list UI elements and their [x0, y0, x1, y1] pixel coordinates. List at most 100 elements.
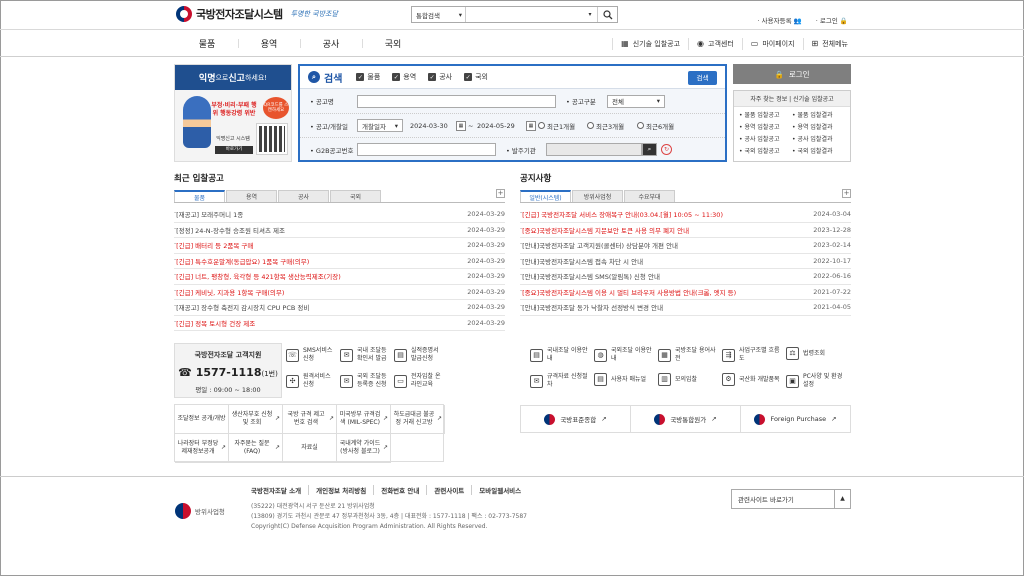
list-item[interactable]: · [긴급] 국방전자조달 서비스 장애복구 안내(03.04.[월] 10:0… — [520, 207, 851, 223]
nav-allmenu[interactable]: ⊞ 전체메뉴 — [802, 37, 856, 50]
service-link[interactable]: ⚙ 국산화 개발품목 — [722, 373, 782, 386]
service-link[interactable]: ▭ 전자입찰 온라인교육 — [394, 373, 444, 389]
radio-6month[interactable]: 최근6개월 — [637, 121, 674, 131]
list-item[interactable]: · [안내]국방전자조달시스템 접속 차단 시 안내 2022-10-17 — [520, 254, 851, 269]
list-item[interactable]: · [긴급] 너트, 팽창형, 육각형 등 421항목 생산능력제조(기장) 20… — [174, 269, 505, 285]
search-scope-select[interactable]: 통합검색 ▾ — [412, 7, 466, 22]
recent-more-plus-icon[interactable]: + — [496, 189, 505, 198]
notice-type-select[interactable]: 전체 ▾ — [607, 94, 665, 108]
org-input[interactable] — [546, 143, 642, 156]
link-cell[interactable]: 국내계약 가이드 (방사청 블로그) ↗ — [337, 434, 391, 463]
list-item[interactable]: · [재공고] 모래주머니 1종 2024-03-29 — [174, 207, 505, 223]
promo-go-button[interactable]: 바로가기 — [215, 146, 253, 154]
date-from-input[interactable]: 2024-03-30 — [406, 119, 455, 132]
tab-goods[interactable]: 물품 — [174, 190, 225, 202]
customer-phone[interactable]: ☎ 1577-1118(1번) — [175, 366, 281, 379]
service-link[interactable]: ▤ 국내조달 이용안내 — [530, 347, 590, 363]
footer-link[interactable]: 모바일웹서비스 — [471, 485, 528, 495]
category-check-foreign[interactable]: ✓ 국외 — [464, 72, 488, 82]
tab-dapa[interactable]: 방위사업청 — [572, 190, 623, 202]
quick-link[interactable]: • 국외 입찰결과 — [792, 146, 845, 157]
tab-demand-unit[interactable]: 수요부대 — [624, 190, 675, 202]
tab-service[interactable]: 용역 — [226, 190, 277, 202]
service-link[interactable]: ⚖ 법령조회 — [786, 347, 846, 360]
list-item[interactable]: · [재공고] 장수형 축전지 감시장치 CPU PCB 정비 2024-03-2… — [174, 300, 505, 316]
link-cell[interactable]: 생산자부호 신청 및 조회 ↗ — [229, 405, 283, 434]
list-item[interactable]: · [안내]국방전자조달 고객지원(콜센터) 상담분야 개편 안내 2023-02… — [520, 238, 851, 254]
list-item[interactable]: · [중요]국방전자조달시스템 이용 시 멀티 브라우저 사용방법 안내(크롬,… — [520, 285, 851, 300]
service-link[interactable]: ⇶ 사업구조별 흐름도 — [722, 347, 782, 363]
footer-link[interactable]: 관련사이트 — [426, 485, 471, 495]
quick-link[interactable]: • 용역 입찰공고 — [739, 122, 792, 133]
category-check-goods[interactable]: ✓ 물품 — [356, 72, 380, 82]
list-item[interactable]: · [긴급] 정목 토시형 건장 제조 2024-03-29 — [174, 316, 505, 331]
tab-general-system[interactable]: 일반(시스템) — [520, 190, 571, 202]
notices-more-plus-icon[interactable]: + — [842, 189, 851, 198]
list-item[interactable]: · [긴급] 특수호운말계(동급압요) 1품목 구매(의무) 2024-03-29 — [174, 254, 505, 269]
quick-link[interactable]: • 공사 입찰결과 — [792, 134, 845, 145]
service-link[interactable]: ✉ 규격자료 신청절차 — [530, 373, 590, 389]
list-item[interactable]: · [정정] 24-N-장수형 승조원 티셔츠 제조 2024-03-29 — [174, 223, 505, 238]
footer-link[interactable]: 개인정보 처리방침 — [308, 485, 373, 495]
search-button[interactable] — [597, 7, 617, 22]
service-link[interactable]: ✉ 국내 조달등 확인서 발급 — [340, 347, 390, 363]
service-link[interactable]: ▣ PC사양 및 환경설정 — [786, 373, 846, 389]
service-link[interactable]: ◍ 국외조달 이용안내 — [594, 347, 654, 363]
list-item[interactable]: · [긴급] 케비닛, 지과용 1항목 구매(의무) 2024-03-29 — [174, 285, 505, 300]
nav-newtech[interactable]: ▦ 신기술 입찰공고 — [612, 37, 688, 50]
category-check-construction[interactable]: ✓ 공사 — [428, 72, 452, 82]
org-search-button[interactable]: ⌕ — [642, 143, 657, 156]
notice-name-input[interactable] — [357, 94, 556, 108]
g2b-input[interactable] — [357, 143, 496, 156]
banner-standard[interactable]: 국방표준종합 ↗ — [521, 406, 631, 432]
nav-support[interactable]: ◉ 고객센터 — [688, 37, 742, 50]
login-link[interactable]: · 로그인 🔒 — [816, 15, 848, 25]
date-type-select[interactable]: 개찰일자 ▾ — [357, 119, 403, 132]
quick-link[interactable]: • 물품 입찰결과 — [792, 110, 845, 121]
link-cell[interactable]: 조달정보 공개/개방 — [175, 405, 229, 434]
calendar-icon[interactable]: ▦ — [526, 121, 536, 131]
nav-item-goods[interactable]: 물품 — [176, 30, 238, 57]
quick-link[interactable]: • 국외 입찰공고 — [739, 146, 792, 157]
service-link[interactable]: ▤ 사용자 매뉴얼 — [594, 373, 654, 386]
nav-item-construction[interactable]: 공사 — [300, 30, 362, 57]
radio-1month[interactable]: 최근1개월 — [538, 121, 575, 131]
service-link[interactable]: ✣ 원격서비스 신청 — [286, 373, 336, 389]
date-to-input[interactable]: 2024-05-29 — [473, 119, 523, 132]
category-check-service[interactable]: ✓ 용역 — [392, 72, 416, 82]
tab-foreign[interactable]: 국외 — [330, 190, 381, 202]
login-button[interactable]: 🔒 로그인 — [733, 64, 851, 84]
tab-construction[interactable]: 공사 — [278, 190, 329, 202]
list-item[interactable]: · [안내]국방전자조달 동가 낙찰자 선정방식 변경 안내 2021-04-05 — [520, 300, 851, 316]
service-link[interactable]: ▦ 국방조달 용어사전 — [658, 347, 718, 363]
register-link[interactable]: · 사용자등록 👥 — [758, 15, 802, 25]
site-logo[interactable]: 국방전자조달시스템 투명한 국방조달 — [176, 6, 338, 22]
list-item[interactable]: · [중요]국방전자조달시스템 지문보안 토큰 사용 의무 폐지 안내 2023-… — [520, 223, 851, 238]
service-link[interactable]: ✉ 국외 조달등 등록증 신청 — [340, 373, 390, 389]
quick-link[interactable]: • 공사 입찰공고 — [739, 134, 792, 145]
list-item[interactable]: · [긴급] 배터리 등 2품목 구매 2024-03-29 — [174, 238, 505, 254]
banner-foreign-purchase[interactable]: Foreign Purchase ↗ — [741, 406, 850, 432]
reset-icon[interactable]: ↻ — [661, 144, 672, 155]
related-site-select[interactable]: 관련사이트 바로가기 ▲ — [731, 489, 851, 509]
service-link[interactable]: ▤ 실적증명서 발급신청 — [394, 347, 444, 363]
anonymous-report-banner[interactable]: 익명 으로 신고 하세요! 부정·비리·부패 행위 행동강령 위반 QR코드를 스캔… — [174, 64, 292, 162]
footer-link[interactable]: 국방전자조달 소개 — [251, 485, 308, 495]
service-link[interactable]: ▥ 모의입찰 — [658, 373, 718, 386]
footer-link[interactable]: 전화번호 안내 — [373, 485, 426, 495]
link-cell[interactable]: 나라장터 부정당 제재정보공개 ↗ — [175, 434, 229, 463]
link-cell[interactable]: 자주묻는 질문(FAQ) ↗ — [229, 434, 283, 463]
search-input[interactable] — [466, 7, 583, 22]
nav-mypage[interactable]: ▭ 마이페이지 — [741, 37, 803, 50]
radio-3month[interactable]: 최근3개월 — [587, 121, 624, 131]
caret-down-icon[interactable]: ▾ — [583, 11, 597, 18]
quick-link[interactable]: • 물품 입찰공고 — [739, 110, 792, 121]
nav-item-foreign[interactable]: 국외 — [362, 30, 424, 57]
link-cell[interactable]: 미국방부 규격검색 (MIL-SPEC) ↗ — [337, 405, 391, 434]
service-link[interactable]: ☏ SMS서비스 신청 — [286, 347, 336, 363]
link-cell[interactable]: 자료실 — [283, 434, 337, 463]
nav-item-service[interactable]: 용역 — [238, 30, 300, 57]
list-item[interactable]: · [안내]국방전자조달시스템 SMS(알림톡) 신청 안내 2022-06-16 — [520, 269, 851, 285]
calendar-icon[interactable]: ▦ — [456, 121, 466, 131]
link-cell[interactable]: 하도급대금 불공정 거래 신고방 ↗ — [391, 405, 445, 434]
